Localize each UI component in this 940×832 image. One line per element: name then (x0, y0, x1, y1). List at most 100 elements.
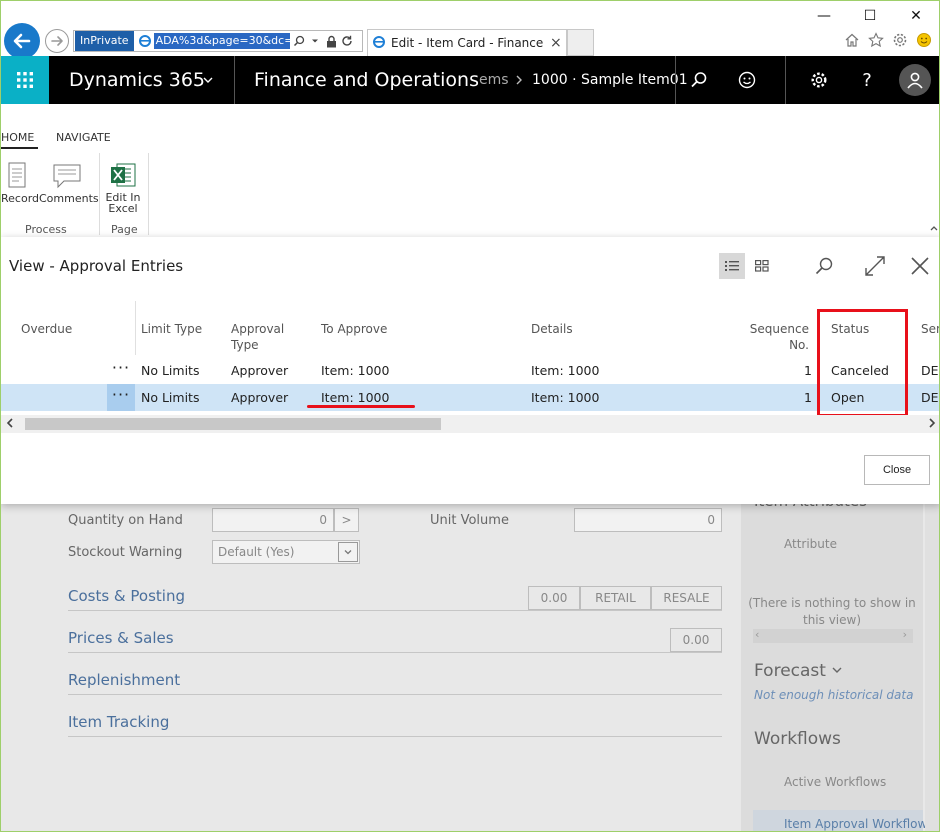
inprivate-badge: InPrivate (75, 31, 134, 51)
scroll-left-icon[interactable] (5, 417, 15, 432)
app-name: Finance and Operations (254, 69, 479, 91)
window-controls: — ☐ ✕ (801, 1, 939, 31)
approval-entries-dialog: View - Approval Entries Overdue Limit Ty… (1, 237, 939, 504)
chevron-down-icon[interactable] (831, 664, 843, 676)
column-header-details[interactable]: Details (531, 321, 573, 337)
lock-icon[interactable] (325, 33, 338, 49)
table-row[interactable]: ··· No Limits Approver Item: 1000 Item: … (1, 357, 939, 384)
dropdown-icon[interactable] (309, 33, 322, 49)
record-label: Record (1, 192, 40, 205)
close-icon[interactable]: ✕ (893, 1, 939, 31)
column-header-sequence-no[interactable]: Sequence No. (745, 321, 809, 353)
chevron-right-icon (516, 75, 522, 85)
fasttab-costs-posting[interactable]: Costs & Posting (68, 587, 185, 605)
page-scrollbar[interactable] (925, 504, 939, 831)
column-header-approval-type[interactable]: Approval Type (231, 321, 284, 353)
address-bar[interactable]: InPrivate ADA%3d&page=30&dc=0 (73, 30, 363, 52)
home-icon[interactable] (843, 31, 861, 49)
lookup-button[interactable]: > (334, 508, 359, 532)
url-text[interactable]: ADA%3d&page=30&dc=0 (153, 33, 290, 49)
record-button[interactable]: Record (1, 159, 39, 205)
dialog-expand-button[interactable] (862, 253, 888, 279)
horizontal-scrollbar[interactable] (1, 415, 939, 433)
ribbon-tab-navigate[interactable]: NAVIGATE (56, 127, 111, 149)
column-header-overdue[interactable]: Overdue (21, 321, 72, 337)
product-name[interactable]: Dynamics 365 (69, 56, 205, 104)
comments-label: Comments (39, 192, 99, 205)
cell-details: Item: 1000 (531, 390, 600, 405)
breadcrumb-previous[interactable]: ems (479, 56, 509, 104)
new-tab-button[interactable] (567, 29, 594, 56)
forward-button[interactable] (45, 29, 69, 53)
annotation-underline (307, 405, 415, 408)
chevron-left-icon[interactable]: ‹ (755, 628, 759, 641)
column-header-sender[interactable]: Sen (921, 321, 939, 337)
user-icon (907, 72, 923, 89)
chevron-down-icon[interactable] (338, 542, 358, 562)
browser-tab[interactable]: Edit - Item Card - Finance a... × (367, 29, 567, 56)
dialog-close-button[interactable] (907, 253, 933, 279)
edit-in-excel-button[interactable]: Edit In Excel (103, 159, 143, 214)
item-approval-workflow-link[interactable]: Item Approval Workflow (784, 817, 927, 831)
search-icon[interactable] (293, 33, 306, 49)
item-card-background: Quantity on Hand 0 > Unit Volume 0 Stock… (1, 492, 939, 831)
stockout-warning-select[interactable]: Default (Yes) (212, 540, 360, 564)
ribbon-tab-home[interactable]: HOME (1, 127, 39, 149)
search-icon[interactable] (689, 70, 709, 90)
cell-sender: DEI (921, 363, 939, 378)
fasttab-item-tracking[interactable]: Item Tracking (68, 713, 169, 731)
tile-view-button[interactable] (749, 253, 775, 279)
ie-page-icon (137, 33, 153, 49)
forecast-note: Not enough historical data (754, 688, 914, 702)
workflows-header[interactable]: Workflows (754, 729, 841, 749)
dialog-search-button[interactable] (811, 253, 837, 279)
close-icon (911, 257, 929, 275)
comments-button[interactable]: Comments (39, 159, 99, 205)
ribbon-group-process: Process (25, 223, 67, 236)
factbox-scrollbar[interactable]: ‹ › (753, 628, 913, 643)
app-launcher-button[interactable] (1, 56, 49, 104)
list-view-button[interactable] (719, 253, 745, 279)
tab-title: Edit - Item Card - Finance a... (391, 36, 546, 50)
factbox-pane: Item Attributes Attribute (There is noth… (741, 492, 927, 831)
column-header-to-approve[interactable]: To Approve (321, 321, 387, 337)
minimize-icon[interactable]: — (801, 1, 847, 31)
scrollbar-thumb[interactable] (25, 418, 441, 430)
close-button[interactable]: Close (864, 455, 930, 485)
divider (68, 694, 722, 695)
scroll-right-icon[interactable] (927, 417, 937, 432)
smiley-icon[interactable] (915, 31, 933, 49)
maximize-icon[interactable]: ☐ (847, 1, 893, 31)
avatar[interactable] (899, 64, 931, 96)
row-menu-button[interactable]: ··· (107, 357, 135, 384)
app-nav-bar: Dynamics 365 Finance and Operations ems … (1, 56, 939, 104)
back-button[interactable] (4, 23, 40, 59)
row-menu-button[interactable]: ··· (107, 384, 135, 411)
favorites-icon[interactable] (867, 31, 885, 49)
stockout-warning-value: Default (Yes) (218, 545, 295, 559)
quantity-on-hand-label: Quantity on Hand (68, 513, 183, 528)
feedback-smiley-icon[interactable] (737, 70, 757, 90)
chevron-right-icon[interactable]: › (903, 628, 907, 641)
item-approval-workflow-row[interactable]: Item Approval Workflow (753, 810, 927, 831)
settings-icon[interactable] (891, 31, 909, 49)
tab-close-icon[interactable]: × (550, 35, 562, 51)
record-icon (8, 162, 26, 188)
browser-toolbar (843, 31, 933, 49)
refresh-icon[interactable] (341, 33, 354, 49)
breadcrumb-current[interactable]: 1000 · Sample Item01 (532, 56, 688, 104)
cell-to-approve[interactable]: Item: 1000 (321, 357, 389, 384)
table-row-selected[interactable]: ··· No Limits Approver Item: 1000 Item: … (1, 384, 939, 411)
unit-volume-field[interactable]: 0 (574, 508, 722, 532)
quantity-on-hand-field[interactable]: 0 (212, 508, 334, 532)
fasttab-replenishment[interactable]: Replenishment (68, 671, 180, 689)
column-header-limit-type[interactable]: Limit Type (141, 321, 202, 337)
help-icon[interactable]: ? (857, 70, 877, 91)
fasttab-prices-sales[interactable]: Prices & Sales (68, 629, 174, 647)
chevron-up-icon[interactable] (929, 223, 939, 233)
chevron-down-icon[interactable] (201, 73, 215, 87)
forecast-header[interactable]: Forecast (754, 661, 843, 681)
expand-icon (865, 256, 885, 276)
prices-value-text: 0.00 (682, 633, 710, 647)
gear-icon[interactable] (809, 70, 829, 90)
